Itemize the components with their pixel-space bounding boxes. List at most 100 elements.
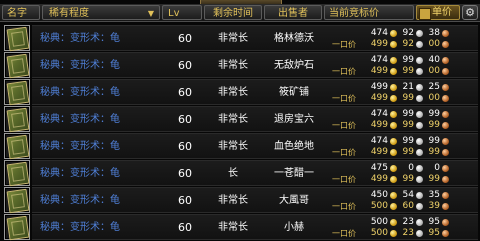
auction-row-bar[interactable]: 秘典：变形术：龟 60 非常长 小赫 一口价 500 23 95 500 23: [32, 214, 478, 240]
buyout-copper: 99: [428, 147, 440, 157]
copper-coin-icon: [442, 57, 449, 64]
item-icon-slot[interactable]: [4, 52, 30, 79]
item-level: 60: [178, 32, 192, 45]
bid-copper: 0: [434, 163, 440, 173]
gold-coin-icon: [390, 219, 397, 226]
auction-row-bar[interactable]: 秘典：变形术：龟 60 长 一苍醋一 一口价 475 0 0 499 99 99: [32, 160, 478, 186]
buyout-gold: 499: [370, 39, 388, 49]
buyout-label: 一口价: [332, 175, 356, 184]
buyout-label: 一口价: [332, 40, 356, 49]
item-level: 60: [178, 113, 192, 126]
silver-coin-icon: [416, 192, 423, 199]
item-icon-slot[interactable]: [4, 25, 30, 52]
auction-row[interactable]: 秘典：变形术：龟 60 非常长 大風哥 一口价 450 54 35 500 60: [0, 186, 480, 214]
buyout-copper: 99: [428, 174, 440, 184]
auction-row-bar[interactable]: 秘典：变形术：龟 60 非常长 格林德沃 一口价 474 92 38 499 9…: [32, 25, 478, 51]
item-icon-slot[interactable]: [4, 160, 30, 187]
copper-coin-icon: [442, 111, 449, 118]
item-name[interactable]: 秘典：变形术：龟: [40, 80, 120, 106]
sort-rarity-header[interactable]: 稀有程度 ▼: [42, 5, 160, 20]
silver-coin-icon: [416, 138, 423, 145]
gold-coin-icon: [390, 165, 397, 172]
item-name[interactable]: 秘典：变形术：龟: [40, 26, 120, 52]
auction-row[interactable]: 秘典：变形术：龟 60 非常长 小赫 一口价 500 23 95 500 23: [0, 213, 480, 241]
sort-seller-header[interactable]: 出售者: [264, 5, 322, 20]
auction-row-bar[interactable]: 秘典：变形术：龟 60 非常长 无敌炉石 一口价 474 99 40 499 9…: [32, 52, 478, 78]
copper-coin-icon: [442, 165, 449, 172]
gold-coin-icon: [390, 57, 397, 64]
unit-price-label: 单价: [432, 7, 452, 18]
bid-silver: 99: [402, 55, 414, 65]
auction-row[interactable]: 秘典：变形术：龟 60 非常长 退房宝六 一口价 474 99 99 499 9…: [0, 105, 480, 133]
time-left: 非常长: [218, 195, 248, 206]
bid-gold: 500: [370, 217, 388, 227]
silver-coin-icon: [416, 95, 423, 102]
silver-coin-icon: [416, 111, 423, 118]
item-icon-slot[interactable]: [4, 79, 30, 106]
sort-current-bid-header[interactable]: 当前竞标价: [324, 5, 414, 20]
item-name[interactable]: 秘典：变形术：龟: [40, 161, 120, 187]
buyout-silver: 60: [402, 201, 414, 211]
item-icon-slot[interactable]: [4, 214, 30, 241]
buyout-silver: 23: [402, 228, 414, 238]
buyout-label: 一口价: [332, 67, 356, 76]
silver-coin-icon: [416, 57, 423, 64]
time-left: 非常长: [218, 141, 248, 152]
item-icon-slot[interactable]: [4, 106, 30, 133]
sort-time-left-header[interactable]: 剩余时间: [204, 5, 262, 20]
bid-silver: 54: [402, 190, 414, 200]
copper-coin-icon: [442, 230, 449, 237]
item-name[interactable]: 秘典：变形术：龟: [40, 188, 120, 214]
auction-row[interactable]: 秘典：变形术：龟 60 非常长 格林德沃 一口价 474 92 38 499 9…: [0, 24, 480, 52]
time-left: 非常长: [218, 114, 248, 125]
item-icon-slot[interactable]: [4, 133, 30, 160]
buyout-label: 一口价: [332, 229, 356, 238]
item-icon-slot[interactable]: [4, 187, 30, 214]
auction-row-bar[interactable]: 秘典：变形术：龟 60 非常长 退房宝六 一口价 474 99 99 499 9…: [32, 106, 478, 132]
buyout-copper: 00: [428, 39, 440, 49]
gold-coin-icon: [390, 95, 397, 102]
auction-row-bar[interactable]: 秘典：变形术：龟 60 非常长 大風哥 一口价 450 54 35 500 60: [32, 187, 478, 213]
book-icon: [6, 80, 30, 106]
auction-row-bar[interactable]: 秘典：变形术：龟 60 非常长 筱矿铺 一口价 499 21 25 499 99: [32, 79, 478, 105]
price-block: 一口价 474 99 40 499 99 00: [314, 53, 474, 79]
time-left: 非常长: [218, 60, 248, 71]
unit-price-toggle[interactable]: 单价: [416, 5, 460, 20]
unit-price-checkbox[interactable]: [419, 8, 431, 20]
item-name[interactable]: 秘典：变形术：龟: [40, 107, 120, 133]
auction-row-bar[interactable]: 秘典：变形术：龟 60 非常长 血色绝地 一口价 474 99 99 499 9…: [32, 133, 478, 159]
bid-gold: 499: [370, 82, 388, 92]
item-level: 60: [178, 167, 192, 180]
silver-coin-icon: [416, 230, 423, 237]
item-name[interactable]: 秘典：变形术：龟: [40, 134, 120, 160]
item-name[interactable]: 秘典：变形术：龟: [40, 215, 120, 241]
sort-name-header[interactable]: 名字: [2, 5, 40, 20]
bid-copper: 35: [428, 190, 440, 200]
bid-copper: 25: [428, 82, 440, 92]
bid-gold: 475: [370, 163, 388, 173]
gold-coin-icon: [390, 122, 397, 129]
auction-row[interactable]: 秘典：变形术：龟 60 长 一苍醋一 一口价 475 0 0 499 99 99: [0, 159, 480, 187]
buyout-silver: 99: [402, 120, 414, 130]
gold-coin-icon: [390, 111, 397, 118]
rarity-header-label: 稀有程度: [49, 8, 89, 19]
bid-silver: 99: [402, 109, 414, 119]
time-left: 非常长: [218, 222, 248, 233]
item-name[interactable]: 秘典：变形术：龟: [40, 53, 120, 79]
settings-gear-button[interactable]: ⚙: [462, 5, 478, 20]
gold-coin-icon: [390, 138, 397, 145]
copper-coin-icon: [442, 122, 449, 129]
copper-coin-icon: [442, 30, 449, 37]
buyout-gold: 500: [370, 228, 388, 238]
auction-row[interactable]: 秘典：变形术：龟 60 非常长 无敌炉石 一口价 474 99 40 499 9…: [0, 51, 480, 79]
sort-level-header[interactable]: Lv: [162, 5, 202, 20]
copper-coin-icon: [442, 176, 449, 183]
buyout-label: 一口价: [332, 148, 356, 157]
bid-silver: 21: [402, 82, 414, 92]
auction-row[interactable]: 秘典：变形术：龟 60 非常长 血色绝地 一口价 474 99 99 499 9…: [0, 132, 480, 160]
auction-row[interactable]: 秘典：变形术：龟 60 非常长 筱矿铺 一口价 499 21 25 499 99: [0, 78, 480, 106]
book-icon: [6, 134, 30, 160]
buyout-gold: 499: [370, 174, 388, 184]
copper-coin-icon: [442, 203, 449, 210]
gold-coin-icon: [390, 30, 397, 37]
